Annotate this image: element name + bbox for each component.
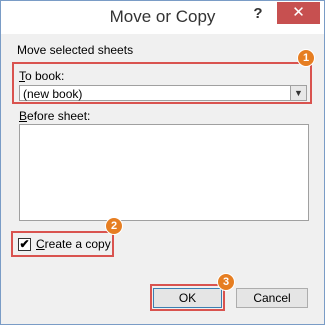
before-sheet-label-text: efore sheet: — [27, 109, 91, 123]
highlight-box-ok — [150, 284, 225, 311]
before-sheet-label: Before sheet: — [19, 109, 90, 123]
move-selected-sheets-label: Move selected sheets — [17, 43, 134, 57]
step-badge-2: 2 — [105, 217, 123, 235]
move-or-copy-dialog: Move or Copy ? ✕ Move selected sheets To… — [0, 0, 325, 325]
dialog-title: Move or Copy — [109, 7, 216, 26]
close-icon[interactable]: ✕ — [277, 2, 320, 24]
title-bar: Move or Copy ? ✕ — [1, 1, 324, 34]
step-badge-1: 1 — [297, 49, 315, 67]
help-icon[interactable]: ? — [243, 3, 273, 25]
highlight-box-to-book — [12, 62, 312, 104]
before-sheet-list[interactable] — [19, 124, 309, 221]
before-sheet-hotkey: B — [19, 109, 28, 123]
cancel-button[interactable]: Cancel — [236, 288, 308, 308]
step-badge-3: 3 — [217, 273, 235, 291]
highlight-box-create-copy — [11, 231, 114, 257]
